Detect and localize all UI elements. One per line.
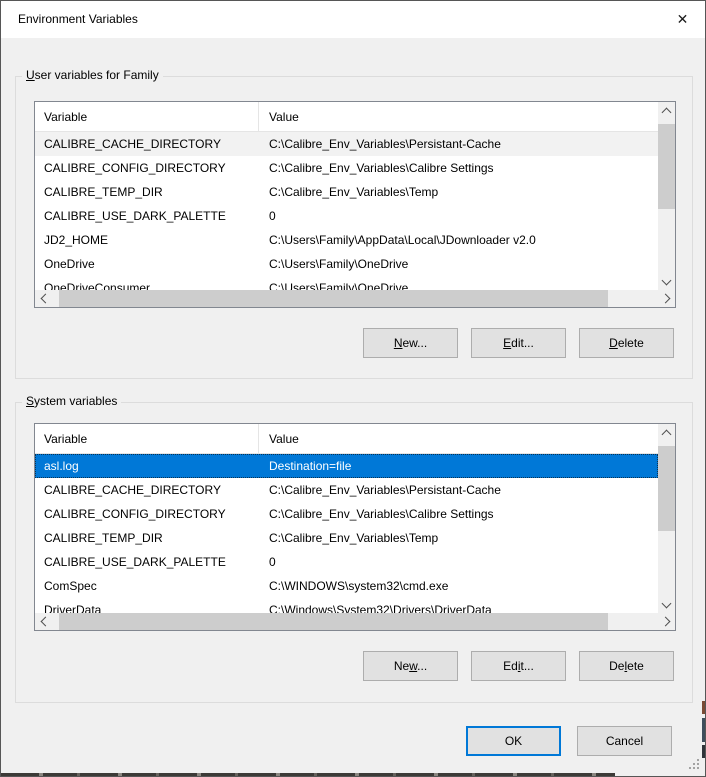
value-cell: C:\Windows\System32\Drivers\DriverData bbox=[259, 598, 658, 613]
value-cell: C:\Users\Family\OneDrive bbox=[259, 276, 658, 290]
scroll-right-button[interactable] bbox=[658, 290, 675, 307]
table-row[interactable]: CALIBRE_CONFIG_DIRECTORYC:\Calibre_Env_V… bbox=[35, 502, 658, 526]
variable-cell: CALIBRE_CACHE_DIRECTORY bbox=[35, 132, 259, 156]
background-edge-artifact bbox=[702, 718, 705, 742]
value-cell: C:\Users\Family\AppData\Local\JDownloade… bbox=[259, 228, 658, 252]
scroll-left-button[interactable] bbox=[35, 613, 52, 630]
variable-cell: CALIBRE_USE_DARK_PALETTE bbox=[35, 204, 259, 228]
chevron-down-icon bbox=[662, 598, 672, 608]
chevron-up-icon bbox=[662, 107, 672, 117]
close-button[interactable]: ✕ bbox=[660, 1, 705, 38]
dialog-title: Environment Variables bbox=[18, 12, 138, 26]
table-row[interactable]: CALIBRE_CONFIG_DIRECTORYC:\Calibre_Env_V… bbox=[35, 156, 658, 180]
table-header: Variable Value bbox=[35, 424, 658, 454]
system-new-button[interactable]: New... bbox=[363, 651, 458, 681]
variable-cell: OneDrive bbox=[35, 252, 259, 276]
table-row[interactable]: CALIBRE_USE_DARK_PALETTE0 bbox=[35, 204, 658, 228]
resize-grip-icon[interactable] bbox=[689, 759, 700, 770]
column-header-value[interactable]: Value bbox=[259, 102, 658, 131]
column-header-variable[interactable]: Variable bbox=[35, 102, 259, 131]
variable-cell: CALIBRE_CONFIG_DIRECTORY bbox=[35, 156, 259, 180]
horizontal-scrollbar[interactable] bbox=[35, 613, 675, 630]
variable-cell: CALIBRE_CONFIG_DIRECTORY bbox=[35, 502, 259, 526]
chevron-up-icon bbox=[662, 429, 672, 439]
table-row[interactable]: asl.logDestination=file bbox=[35, 454, 658, 478]
system-variables-group-label: System variables bbox=[22, 394, 121, 408]
background-edge-artifact bbox=[702, 701, 705, 714]
value-cell: C:\Users\Family\OneDrive bbox=[259, 252, 658, 276]
variable-cell: OneDriveConsumer bbox=[35, 276, 259, 290]
value-cell: C:\Calibre_Env_Variables\Calibre Setting… bbox=[259, 502, 658, 526]
background-edge-artifact bbox=[702, 745, 705, 758]
user-edit-button[interactable]: Edit... bbox=[471, 328, 566, 358]
chevron-left-icon bbox=[40, 617, 50, 627]
variable-cell: CALIBRE_CACHE_DIRECTORY bbox=[35, 478, 259, 502]
table-row[interactable]: CALIBRE_TEMP_DIRC:\Calibre_Env_Variables… bbox=[35, 180, 658, 204]
background-window-artifact bbox=[1, 773, 615, 776]
system-variables-table[interactable]: Variable Value asl.logDestination=fileCA… bbox=[34, 423, 676, 631]
value-cell: C:\Calibre_Env_Variables\Persistant-Cach… bbox=[259, 478, 658, 502]
scroll-up-button[interactable] bbox=[658, 424, 675, 441]
column-header-variable[interactable]: Variable bbox=[35, 424, 259, 453]
table-body: asl.logDestination=fileCALIBRE_CACHE_DIR… bbox=[35, 454, 658, 613]
value-cell: Destination=file bbox=[259, 454, 658, 478]
table-row[interactable]: CALIBRE_CACHE_DIRECTORYC:\Calibre_Env_Va… bbox=[35, 132, 658, 156]
table-row[interactable]: OneDriveConsumerC:\Users\Family\OneDrive bbox=[35, 276, 658, 290]
system-edit-button[interactable]: Edit... bbox=[471, 651, 566, 681]
table-row[interactable]: OneDriveC:\Users\Family\OneDrive bbox=[35, 252, 658, 276]
vertical-scrollbar[interactable] bbox=[658, 424, 675, 613]
value-cell: C:\Calibre_Env_Variables\Persistant-Cach… bbox=[259, 132, 658, 156]
vertical-scrollbar-thumb[interactable] bbox=[658, 446, 675, 531]
vertical-scrollbar[interactable] bbox=[658, 102, 675, 290]
table-row[interactable]: CALIBRE_TEMP_DIRC:\Calibre_Env_Variables… bbox=[35, 526, 658, 550]
scroll-up-button[interactable] bbox=[658, 102, 675, 119]
chevron-left-icon bbox=[40, 294, 50, 304]
value-cell: C:\Calibre_Env_Variables\Temp bbox=[259, 180, 658, 204]
horizontal-scrollbar-thumb[interactable] bbox=[59, 613, 608, 630]
scroll-left-button[interactable] bbox=[35, 290, 52, 307]
table-header: Variable Value bbox=[35, 102, 658, 132]
vertical-scrollbar-thumb[interactable] bbox=[658, 124, 675, 209]
horizontal-scrollbar[interactable] bbox=[35, 290, 675, 307]
value-cell: 0 bbox=[259, 204, 658, 228]
variable-cell: ComSpec bbox=[35, 574, 259, 598]
chevron-right-icon bbox=[660, 294, 670, 304]
cancel-button[interactable]: Cancel bbox=[577, 726, 672, 756]
user-variables-table[interactable]: Variable Value CALIBRE_CACHE_DIRECTORYC:… bbox=[34, 101, 676, 308]
value-cell: C:\WINDOWS\system32\cmd.exe bbox=[259, 574, 658, 598]
table-row[interactable]: JD2_HOMEC:\Users\Family\AppData\Local\JD… bbox=[35, 228, 658, 252]
horizontal-scrollbar-thumb[interactable] bbox=[59, 290, 608, 307]
table-row[interactable]: ComSpecC:\WINDOWS\system32\cmd.exe bbox=[35, 574, 658, 598]
table-row[interactable]: CALIBRE_USE_DARK_PALETTE0 bbox=[35, 550, 658, 574]
variable-cell: CALIBRE_USE_DARK_PALETTE bbox=[35, 550, 259, 574]
variable-cell: asl.log bbox=[35, 454, 259, 478]
column-header-value[interactable]: Value bbox=[259, 424, 658, 453]
variable-cell: JD2_HOME bbox=[35, 228, 259, 252]
user-new-button[interactable]: New... bbox=[363, 328, 458, 358]
value-cell: 0 bbox=[259, 550, 658, 574]
value-cell: C:\Calibre_Env_Variables\Temp bbox=[259, 526, 658, 550]
titlebar: Environment Variables ✕ bbox=[1, 1, 705, 38]
variable-cell: DriverData bbox=[35, 598, 259, 613]
chevron-down-icon bbox=[662, 275, 672, 285]
scroll-down-button[interactable] bbox=[658, 596, 675, 613]
environment-variables-dialog: Environment Variables ✕ User variables f… bbox=[0, 0, 706, 777]
scroll-right-button[interactable] bbox=[658, 613, 675, 630]
table-body: CALIBRE_CACHE_DIRECTORYC:\Calibre_Env_Va… bbox=[35, 132, 658, 290]
scroll-down-button[interactable] bbox=[658, 273, 675, 290]
table-row[interactable]: DriverDataC:\Windows\System32\Drivers\Dr… bbox=[35, 598, 658, 613]
value-cell: C:\Calibre_Env_Variables\Calibre Setting… bbox=[259, 156, 658, 180]
user-variables-group-label: User variables for Family bbox=[22, 68, 163, 82]
user-delete-button[interactable]: Delete bbox=[579, 328, 674, 358]
variable-cell: CALIBRE_TEMP_DIR bbox=[35, 180, 259, 204]
system-delete-button[interactable]: Delete bbox=[579, 651, 674, 681]
close-icon: ✕ bbox=[677, 11, 689, 28]
chevron-right-icon bbox=[660, 617, 670, 627]
ok-button[interactable]: OK bbox=[466, 726, 561, 756]
variable-cell: CALIBRE_TEMP_DIR bbox=[35, 526, 259, 550]
table-row[interactable]: CALIBRE_CACHE_DIRECTORYC:\Calibre_Env_Va… bbox=[35, 478, 658, 502]
